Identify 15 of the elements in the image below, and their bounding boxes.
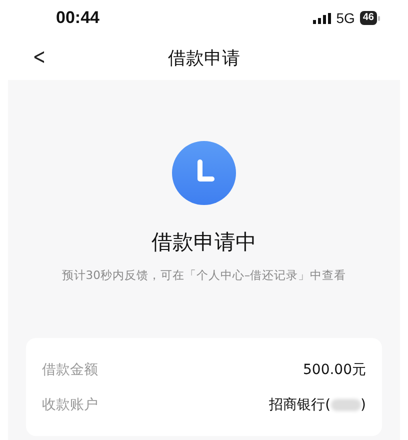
page-title: 借款申请 bbox=[167, 47, 241, 70]
detail-value: 500.00元 bbox=[303, 360, 366, 378]
detail-label: 借款金额 bbox=[42, 360, 98, 378]
redaction-mark bbox=[330, 398, 361, 410]
network-label: 5G bbox=[336, 10, 355, 26]
detail-label: 收款账户 bbox=[42, 396, 98, 414]
back-button[interactable]: < bbox=[32, 47, 46, 69]
detail-value: ) bbox=[360, 396, 366, 412]
clock-icon bbox=[172, 141, 236, 205]
detail-value: 招商银行( bbox=[269, 396, 331, 414]
hint-text: 预计30秒内反馈，可在「个人中心–借还记录」中查看 bbox=[62, 268, 346, 283]
status-heading: 借款申请中 bbox=[152, 229, 256, 256]
clock-time: 00:44 bbox=[56, 8, 100, 28]
signal-icon bbox=[313, 12, 332, 24]
battery-icon: 46 bbox=[360, 11, 380, 25]
